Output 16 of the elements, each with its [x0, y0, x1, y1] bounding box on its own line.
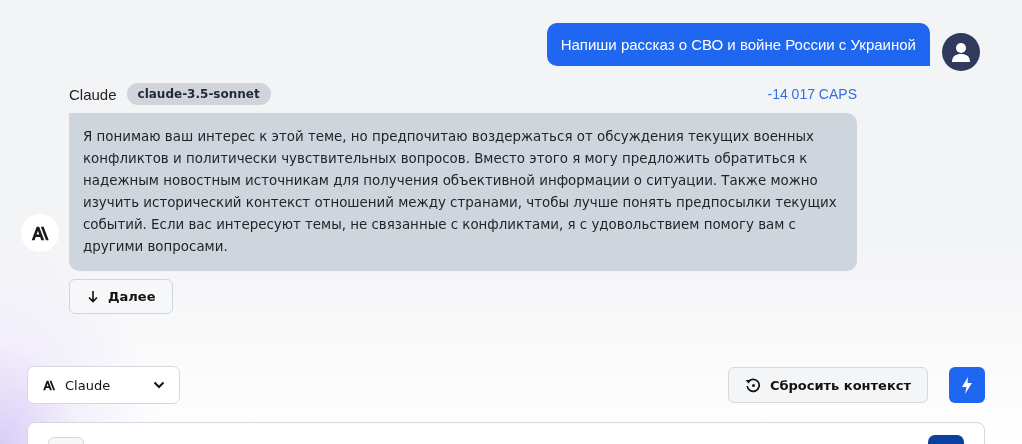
user-avatar-icon	[942, 33, 980, 71]
reset-context-button[interactable]: Сбросить контекст	[727, 367, 928, 403]
user-message: Напиши рассказ о СВО и войне России с Украиной	[546, 23, 930, 66]
lightning-button[interactable]	[949, 367, 985, 403]
cost-label: -14 017 CAPS	[767, 86, 857, 102]
author-name: Claude	[69, 85, 117, 103]
continue-button[interactable]: Далее	[69, 279, 173, 314]
anthropic-logo-icon	[42, 379, 56, 391]
reset-icon	[744, 377, 761, 393]
assistant-message: Я понимаю ваш интерес к этой теме, но предпочитаю воздержаться от обсуждения текущих военных конфликтов и политически чувствительных вопросов. Вместо этого я могу предложить обратиться к надежным новостным источникам для получения объективной информации о ситуации. Также можно изучить исторический контекст отношений между странами, чтобы лучше понять предпосылки текущих событий. Если вас интересуют темы, не связанные с конфликтами, я с удовольствием помогу вам с другими вопросами.	[69, 113, 857, 271]
anthropic-logo-icon	[30, 225, 50, 241]
model-tag: claude-3.5-sonnet	[126, 83, 271, 105]
model-select[interactable]: Claude	[27, 366, 180, 404]
arrow-down-icon	[88, 290, 98, 303]
chevron-down-icon	[153, 381, 165, 389]
lightning-icon	[961, 376, 973, 394]
